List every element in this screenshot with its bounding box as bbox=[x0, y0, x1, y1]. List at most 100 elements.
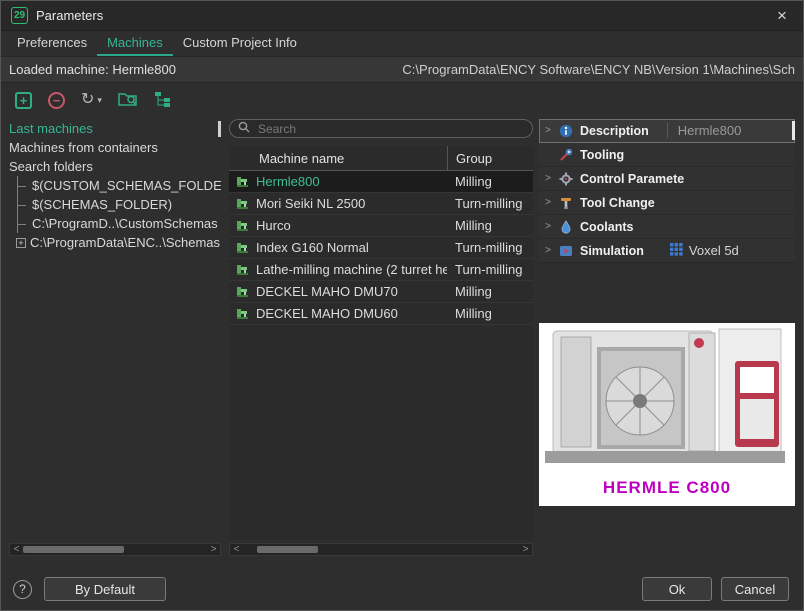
machine-group: Milling bbox=[447, 306, 533, 321]
search-folder-button[interactable] bbox=[118, 90, 138, 110]
tree-branch-icon bbox=[17, 176, 29, 195]
expand-icon[interactable]: + bbox=[16, 238, 26, 248]
section-label: Description bbox=[580, 124, 649, 138]
section-control-parameters[interactable]: > Control Paramete bbox=[539, 167, 795, 191]
simulation-icon bbox=[558, 244, 574, 258]
machine-name: DECKEL MAHO DMU70 bbox=[256, 284, 447, 299]
scrollbar-track[interactable] bbox=[23, 544, 207, 555]
machine-icon bbox=[229, 285, 256, 298]
machine-properties-panel: > Description Hermle800 Tooling > Contro… bbox=[539, 119, 795, 556]
source-label: Last machines bbox=[9, 121, 93, 136]
window-title: Parameters bbox=[36, 8, 103, 23]
loaded-machine-label: Loaded machine: Hermle800 bbox=[9, 62, 176, 77]
machine-row-mori-seiki[interactable]: Mori Seiki NL 2500 Turn-milling bbox=[229, 193, 533, 215]
section-label: Simulation bbox=[580, 244, 644, 258]
machine-sources-panel: Last machines Machines from containers S… bbox=[9, 119, 221, 556]
source-item-custom-schemas-folder[interactable]: $(CUSTOM_SCHEMAS_FOLDER) bbox=[9, 176, 221, 195]
simulation-mode-label: Voxel 5d bbox=[689, 243, 739, 258]
tree-structure-icon bbox=[154, 91, 172, 110]
machine-photo-art bbox=[539, 323, 795, 473]
machines-list-panel: Machine name Group Hermle800 Milling Mor… bbox=[229, 119, 533, 556]
chevron-right-icon: > bbox=[544, 125, 552, 136]
add-machine-button[interactable]: + bbox=[15, 92, 32, 109]
scroll-right-icon[interactable]: > bbox=[519, 544, 532, 555]
close-button[interactable]: × bbox=[771, 6, 793, 26]
section-label: Coolants bbox=[580, 220, 633, 234]
coolant-drop-icon bbox=[558, 220, 574, 234]
tool-change-icon bbox=[558, 196, 574, 210]
section-tool-change[interactable]: > Tool Change bbox=[539, 191, 795, 215]
machine-icon bbox=[229, 263, 256, 276]
plus-icon: + bbox=[15, 92, 32, 109]
scrollbar-thumb[interactable] bbox=[257, 546, 318, 553]
folder-search-icon bbox=[118, 90, 138, 110]
tab-preferences[interactable]: Preferences bbox=[7, 31, 97, 56]
tree-branch-icon bbox=[17, 195, 29, 214]
search-input[interactable] bbox=[256, 121, 524, 137]
scrollbar-track[interactable] bbox=[243, 544, 519, 555]
source-item-search-folders[interactable]: Search folders bbox=[9, 157, 221, 176]
chevron-right-icon: > bbox=[544, 245, 552, 256]
refresh-icon: ↻ bbox=[81, 92, 94, 108]
tab-machines[interactable]: Machines bbox=[97, 31, 173, 56]
simulation-mode[interactable]: Voxel 5d bbox=[670, 243, 739, 259]
column-machine-name[interactable]: Machine name bbox=[229, 146, 447, 170]
loaded-machine-bar: Loaded machine: Hermle800 C:\ProgramData… bbox=[1, 57, 803, 83]
tree-view-button[interactable] bbox=[154, 91, 172, 110]
machine-name: Mori Seiki NL 2500 bbox=[256, 196, 447, 211]
machine-group: Milling bbox=[447, 174, 533, 189]
scroll-left-icon[interactable]: < bbox=[230, 544, 243, 555]
scroll-left-icon[interactable]: < bbox=[10, 544, 23, 555]
section-description[interactable]: > Description Hermle800 bbox=[539, 119, 795, 143]
column-group[interactable]: Group bbox=[447, 146, 533, 170]
machine-icon bbox=[229, 241, 256, 254]
voxel-grid-icon bbox=[670, 243, 683, 259]
ok-button[interactable]: Ok bbox=[642, 577, 712, 601]
source-item-machines-from-containers[interactable]: Machines from containers bbox=[9, 138, 221, 157]
dropdown-caret-icon: ▾ bbox=[97, 95, 102, 106]
machine-row-hermle800[interactable]: Hermle800 Milling bbox=[229, 171, 533, 193]
machine-row-hurco[interactable]: Hurco Milling bbox=[229, 215, 533, 237]
source-item-schemas-folder[interactable]: $(SCHEMAS_FOLDER) bbox=[9, 195, 221, 214]
chevron-right-icon: > bbox=[544, 173, 552, 184]
refresh-button[interactable]: ↻ ▾ bbox=[81, 92, 102, 108]
scroll-right-icon[interactable]: > bbox=[207, 544, 220, 555]
by-default-button[interactable]: By Default bbox=[44, 577, 166, 601]
cancel-button[interactable]: Cancel bbox=[721, 577, 789, 601]
machine-row-index-g160[interactable]: Index G160 Normal Turn-milling bbox=[229, 237, 533, 259]
source-label: C:\ProgramD..\CustomSchemas bbox=[32, 216, 218, 231]
tooling-icon bbox=[558, 148, 574, 162]
tab-bar: Preferences Machines Custom Project Info bbox=[1, 31, 803, 57]
source-item-last-machines[interactable]: Last machines bbox=[9, 119, 221, 138]
source-label: C:\ProgramData\ENC..\Schemas bbox=[30, 235, 220, 250]
source-item-custom-schemas-path[interactable]: C:\ProgramD..\CustomSchemas bbox=[9, 214, 221, 233]
table-header: Machine name Group bbox=[229, 146, 533, 171]
machine-name: Hermle800 bbox=[256, 174, 447, 189]
machine-row-lathe-milling[interactable]: Lathe-milling machine (2 turret he... Tu… bbox=[229, 259, 533, 281]
help-button[interactable]: ? bbox=[13, 580, 32, 599]
machine-icon bbox=[229, 219, 256, 232]
tab-custom-project-info[interactable]: Custom Project Info bbox=[173, 31, 307, 56]
machine-icon bbox=[229, 197, 256, 210]
middle-horizontal-scrollbar[interactable]: < > bbox=[229, 543, 533, 556]
source-label: $(CUSTOM_SCHEMAS_FOLDER) bbox=[32, 178, 221, 193]
machine-row-deckel-dmu60[interactable]: DECKEL MAHO DMU60 Milling bbox=[229, 303, 533, 325]
section-tooling[interactable]: Tooling bbox=[539, 143, 795, 167]
remove-machine-button[interactable]: − bbox=[48, 92, 65, 109]
section-simulation[interactable]: > Simulation Voxel 5d bbox=[539, 239, 795, 263]
machine-caption: HERMLE C800 bbox=[539, 478, 795, 498]
machine-group: Milling bbox=[447, 284, 533, 299]
section-coolants[interactable]: > Coolants bbox=[539, 215, 795, 239]
scrollbar-thumb[interactable] bbox=[23, 546, 124, 553]
search-icon bbox=[238, 121, 250, 136]
source-label: $(SCHEMAS_FOLDER) bbox=[32, 197, 172, 212]
machine-row-deckel-dmu70[interactable]: DECKEL MAHO DMU70 Milling bbox=[229, 281, 533, 303]
app-logo-icon: 29 bbox=[11, 7, 28, 24]
right-vertical-scrollbar-thumb[interactable] bbox=[792, 121, 795, 140]
left-horizontal-scrollbar[interactable]: < > bbox=[9, 543, 221, 556]
source-label: Machines from containers bbox=[9, 140, 158, 155]
description-value: Hermle800 bbox=[667, 123, 742, 138]
description-icon bbox=[558, 124, 574, 138]
source-item-schemas-path[interactable]: + C:\ProgramData\ENC..\Schemas bbox=[9, 233, 221, 252]
left-vertical-scrollbar-thumb[interactable] bbox=[218, 121, 221, 137]
